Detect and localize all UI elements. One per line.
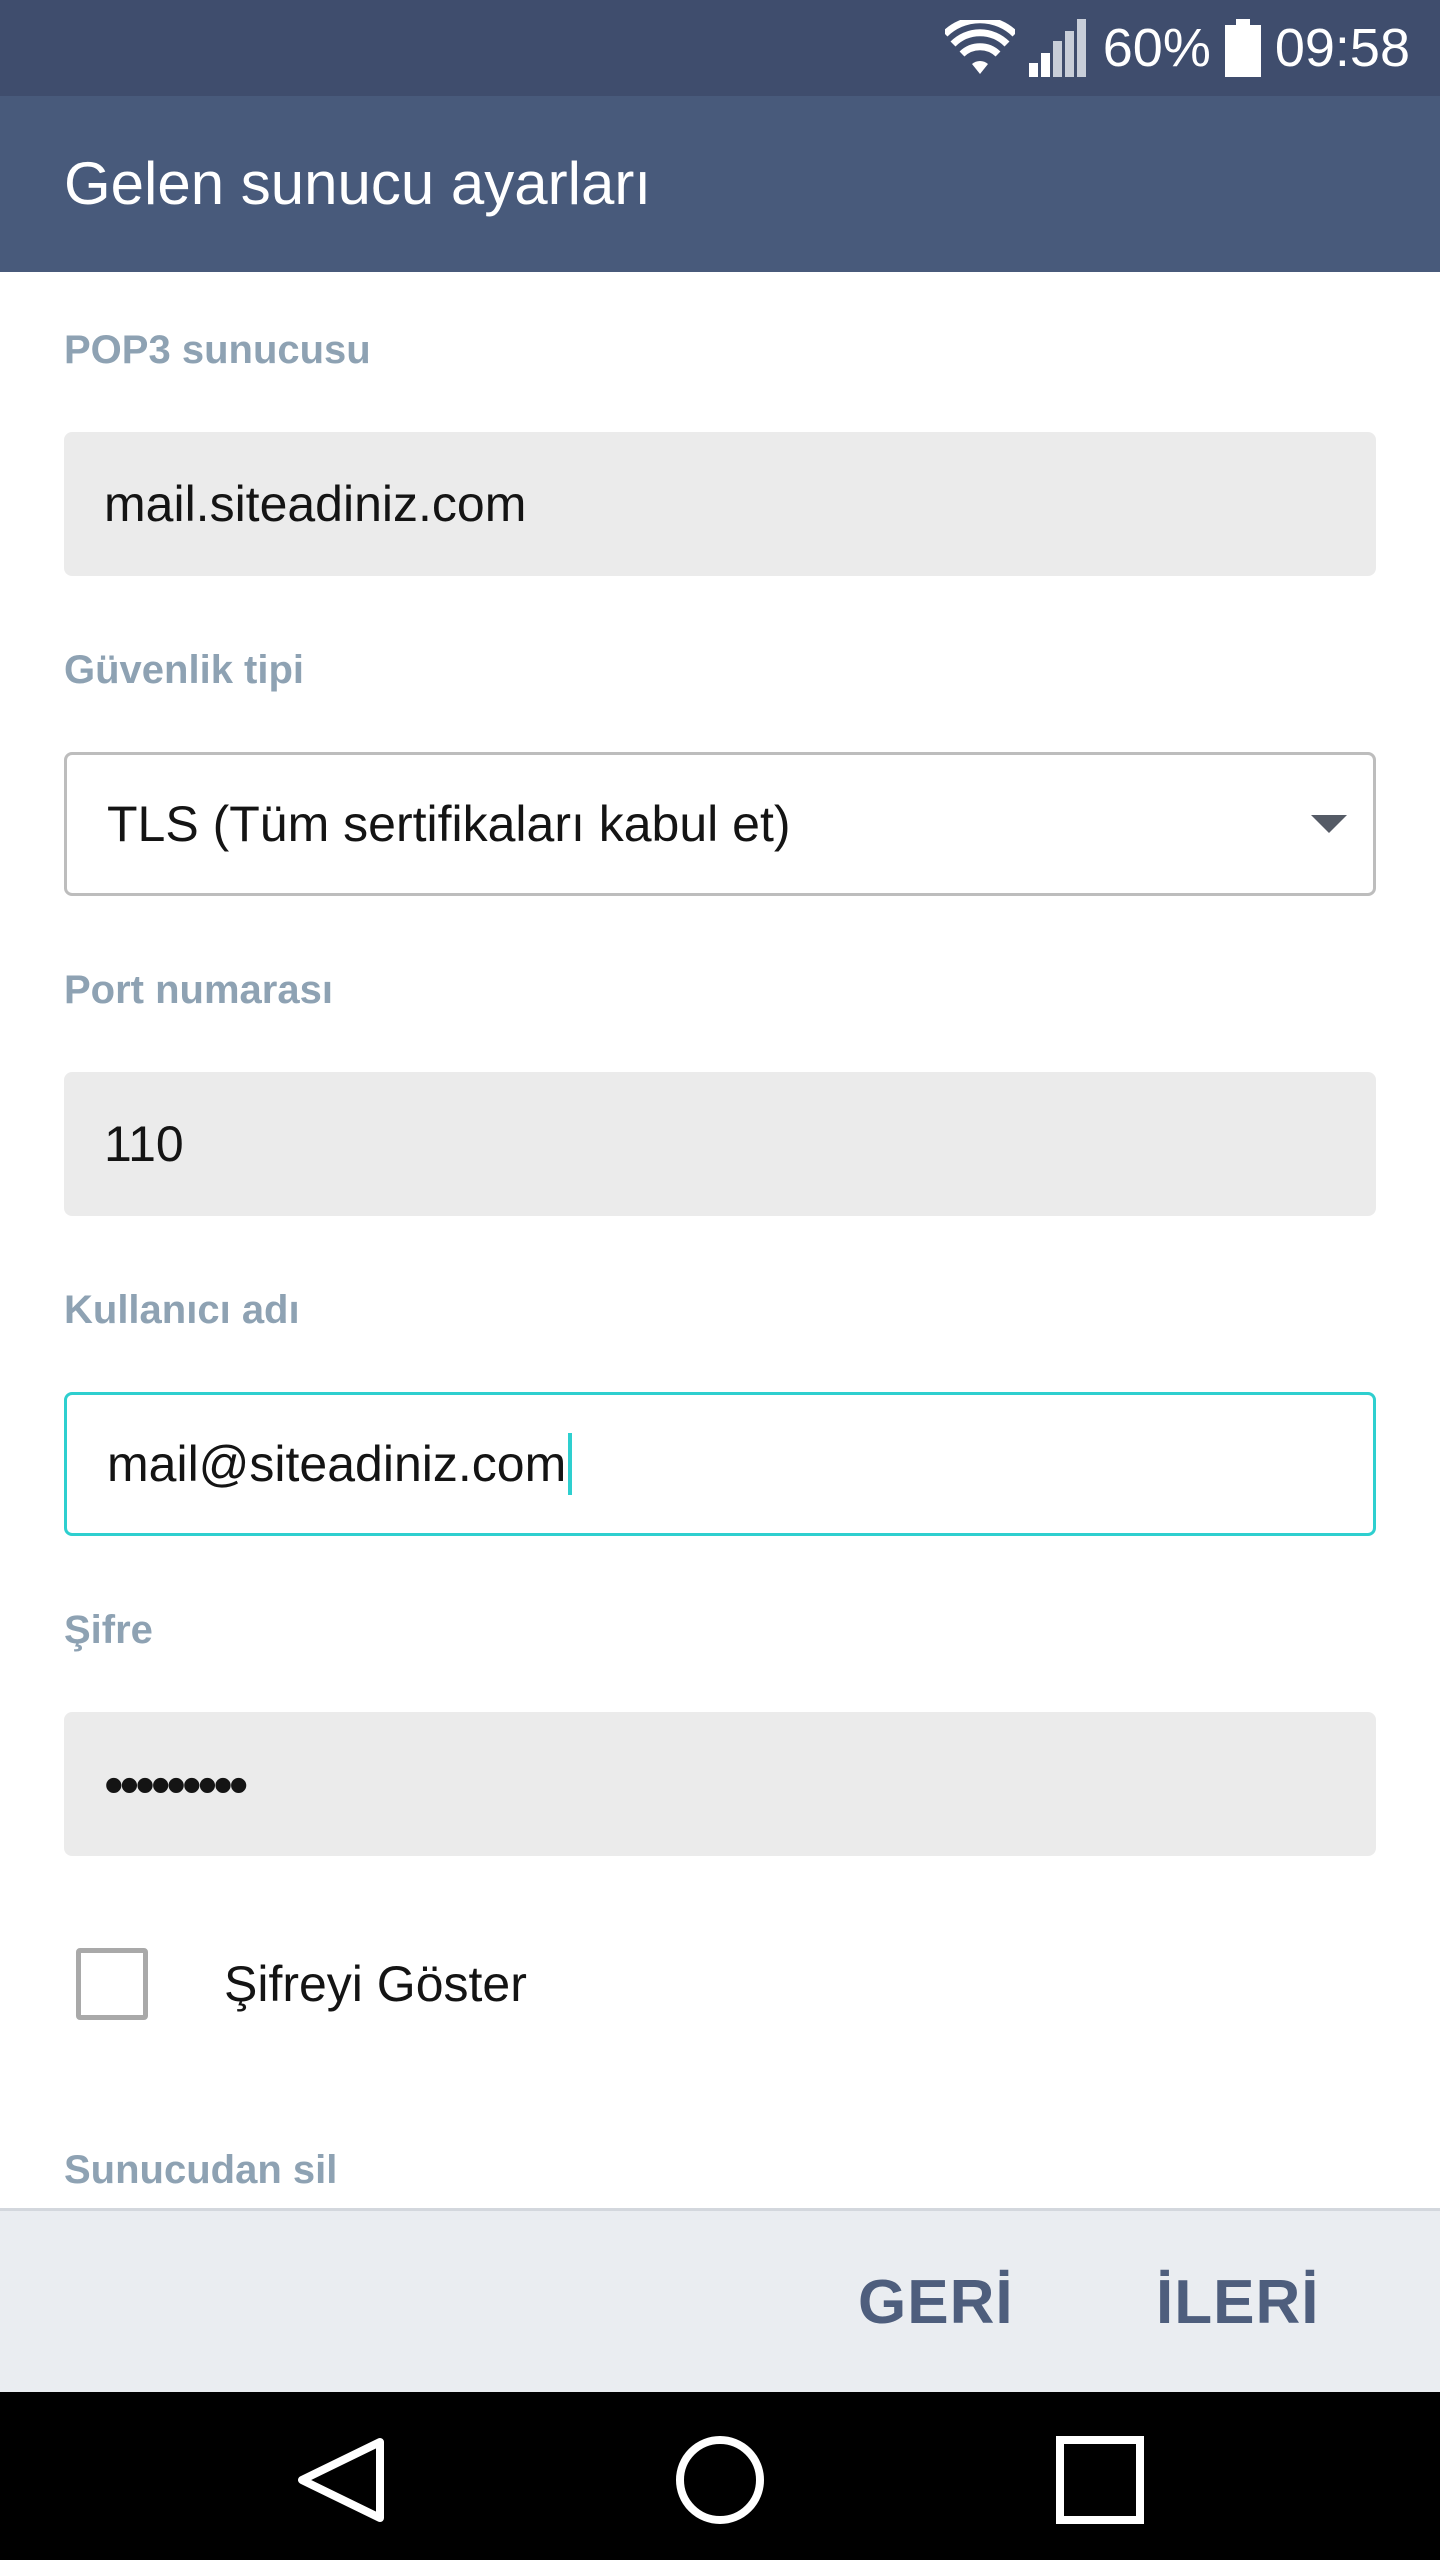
server-label: POP3 sunucusu — [64, 328, 371, 372]
page-title: Gelen sunucu ayarları — [64, 150, 651, 217]
recents-square-icon[interactable] — [1052, 2432, 1148, 2528]
server-input-value: mail.siteadiniz.com — [104, 476, 527, 532]
status-bar-right: 60% 09:58 — [944, 0, 1410, 96]
security-type-value: TLS (Tüm sertifikaları kabul et) — [107, 796, 791, 852]
battery-icon — [1224, 19, 1261, 77]
show-password-checkbox[interactable] — [76, 1948, 148, 2020]
action-bar: GERİ İLERİ — [0, 2208, 1440, 2392]
server-input[interactable]: mail.siteadiniz.com — [64, 432, 1376, 576]
password-label: Şifre — [64, 1608, 153, 1652]
status-bar: 60% 09:58 — [0, 0, 1440, 96]
app-bar: Gelen sunucu ayarları — [0, 96, 1440, 272]
next-button[interactable]: İLERİ — [1156, 2211, 1319, 2395]
port-input[interactable]: 110 — [64, 1072, 1376, 1216]
back-triangle-icon[interactable] — [292, 2432, 388, 2528]
show-password-label[interactable]: Şifreyi Göster — [224, 1956, 527, 2012]
chevron-down-icon — [1311, 815, 1347, 833]
username-input[interactable]: mail@siteadiniz.com — [64, 1392, 1376, 1536]
port-label: Port numarası — [64, 968, 333, 1012]
username-input-value: mail@siteadiniz.com — [107, 1436, 567, 1492]
username-label: Kullanıcı adı — [64, 1288, 300, 1332]
text-cursor — [568, 1433, 573, 1495]
port-input-value: 110 — [104, 1116, 184, 1172]
home-circle-icon[interactable] — [672, 2432, 768, 2528]
signal-icon — [1028, 19, 1089, 77]
security-type-dropdown[interactable]: TLS (Tüm sertifikaları kabul et) — [64, 752, 1376, 896]
security-type-label: Güvenlik tipi — [64, 648, 305, 692]
password-input[interactable]: ••••••••• — [64, 1712, 1376, 1856]
settings-form: POP3 sunucusu mail.siteadiniz.com Güvenl… — [0, 272, 1440, 2208]
clock: 09:58 — [1274, 18, 1410, 78]
navigation-bar — [0, 2392, 1440, 2560]
battery-percent: 60% — [1102, 18, 1211, 78]
delete-from-server-label: Sunucudan sil — [64, 2148, 338, 2192]
wifi-icon — [944, 20, 1015, 76]
password-input-value: ••••••••• — [104, 1752, 248, 1816]
back-button[interactable]: GERİ — [858, 2211, 1014, 2395]
